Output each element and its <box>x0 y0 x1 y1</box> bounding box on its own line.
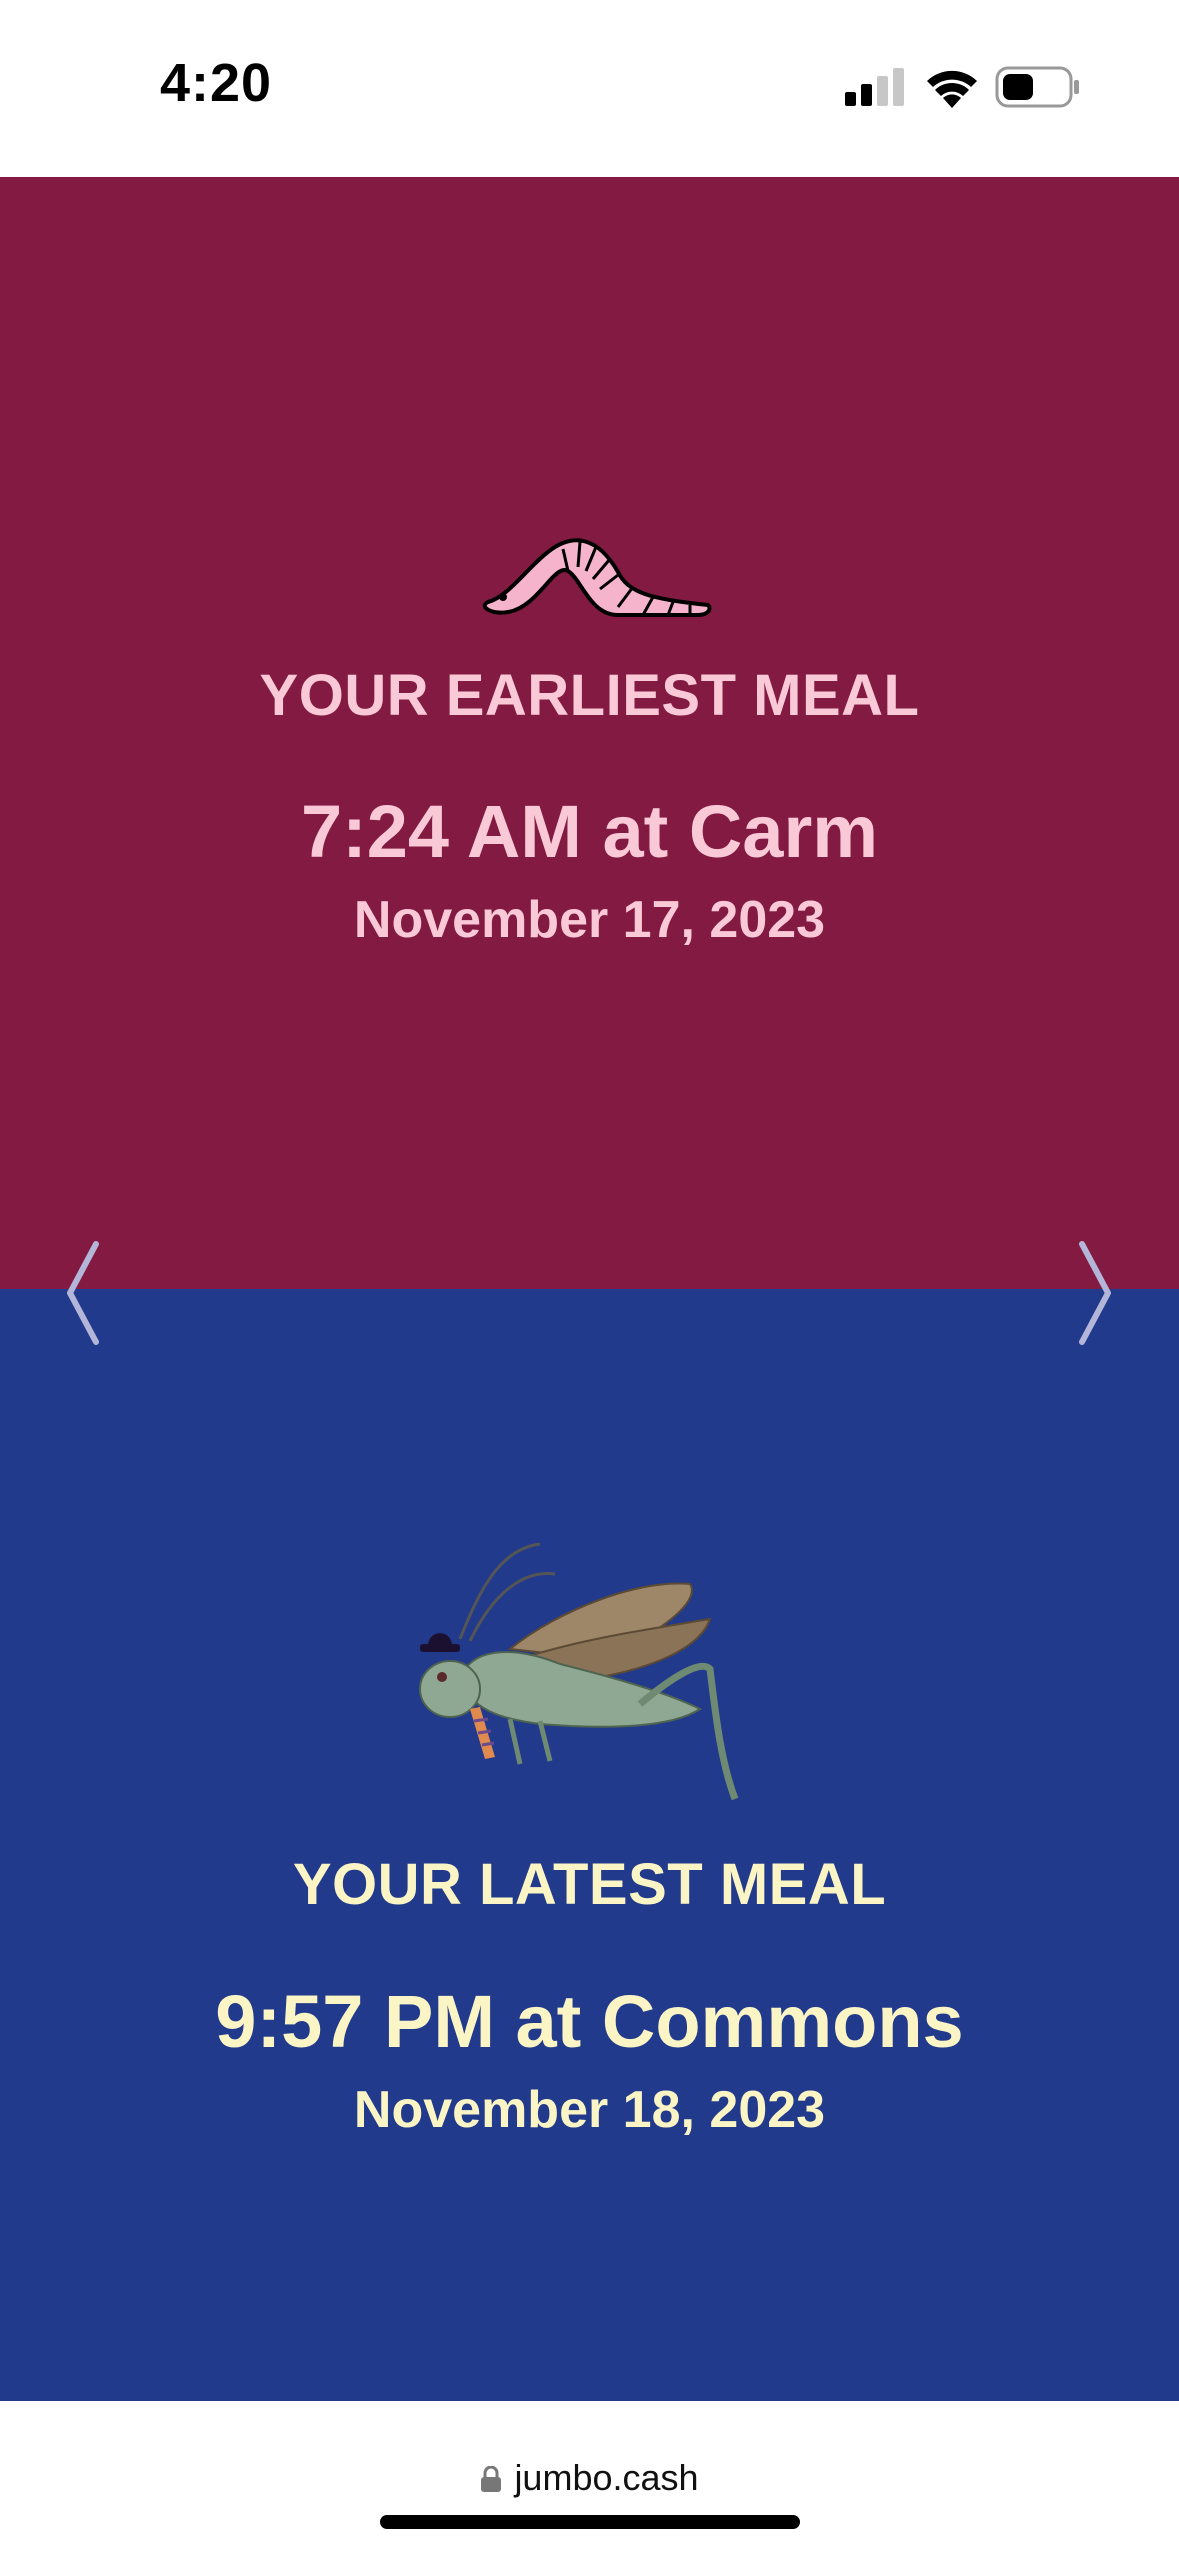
worm-illustration <box>482 538 712 617</box>
lock-icon <box>481 2466 502 2492</box>
earliest-meal-panel: YOUR EARLIEST MEAL 7:24 AM at Carm Novem… <box>0 177 1179 1289</box>
home-indicator <box>380 2515 800 2529</box>
battery-icon <box>995 66 1079 108</box>
status-bar: 4:20 <box>0 0 1179 177</box>
latest-meal-panel: YOUR LATEST MEAL 9:57 PM at Commons Nove… <box>0 1289 1179 2401</box>
earliest-meal-heading: YOUR EARLIEST MEAL <box>259 663 920 728</box>
browser-address-bar[interactable]: jumbo.cash <box>0 2401 1179 2556</box>
status-time: 4:20 <box>160 53 273 113</box>
url-text: jumbo.cash <box>514 2457 699 2498</box>
chevron-right-icon[interactable] <box>1070 1238 1120 1348</box>
earliest-meal-time-location: 7:24 AM at Carm <box>300 790 879 873</box>
latest-meal-date: November 18, 2023 <box>353 2081 826 2139</box>
chevron-left-icon[interactable] <box>58 1238 108 1348</box>
grasshopper-in-hat-illustration <box>419 1542 739 1801</box>
wifi-icon <box>927 70 977 108</box>
latest-meal-time-location: 9:57 PM at Commons <box>215 1980 964 2063</box>
earliest-meal-date: November 17, 2023 <box>353 891 826 949</box>
cellular-signal-icon <box>845 68 904 106</box>
url-display[interactable]: jumbo.cash <box>0 2457 1179 2499</box>
latest-meal-heading: YOUR LATEST MEAL <box>292 1852 887 1917</box>
